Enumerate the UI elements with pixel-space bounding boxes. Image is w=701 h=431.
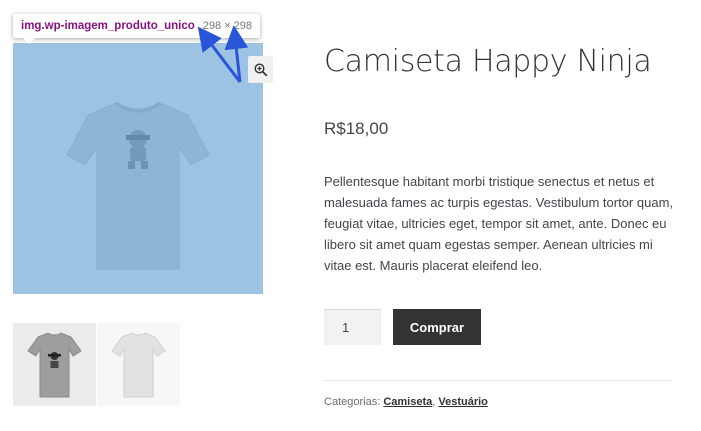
categories-label: Categorias: xyxy=(324,396,381,408)
quantity-input[interactable] xyxy=(324,309,381,345)
inspector-highlight-overlay xyxy=(13,43,263,294)
product-categories: Categorias: Camiseta, Vestuário xyxy=(324,396,488,408)
inspector-tooltip: img.wp-imagem_produto_unico 298 × 298 xyxy=(13,14,261,44)
thumbnail-back[interactable] xyxy=(97,323,180,406)
thumbnail-front[interactable] xyxy=(13,323,96,406)
category-link-vestuario[interactable]: Vestuário xyxy=(438,396,488,408)
category-link-camiseta[interactable]: Camiseta xyxy=(383,396,432,408)
product-price: R$18,00 xyxy=(324,119,389,138)
inspector-element-size: 298 × 298 xyxy=(202,20,253,32)
tshirt-back-thumbnail xyxy=(111,332,166,398)
inspector-element-name: img.wp-imagem_produto_unico xyxy=(21,20,195,32)
zoom-in-icon xyxy=(253,62,267,76)
product-description: Pellentesque habitant morbi tristique se… xyxy=(324,174,674,273)
divider xyxy=(324,380,672,381)
product-title: Camiseta Happy Ninja xyxy=(324,44,652,79)
tshirt-front-thumbnail xyxy=(27,332,82,398)
zoom-button[interactable] xyxy=(248,56,273,83)
buy-button[interactable]: Comprar xyxy=(393,309,481,345)
